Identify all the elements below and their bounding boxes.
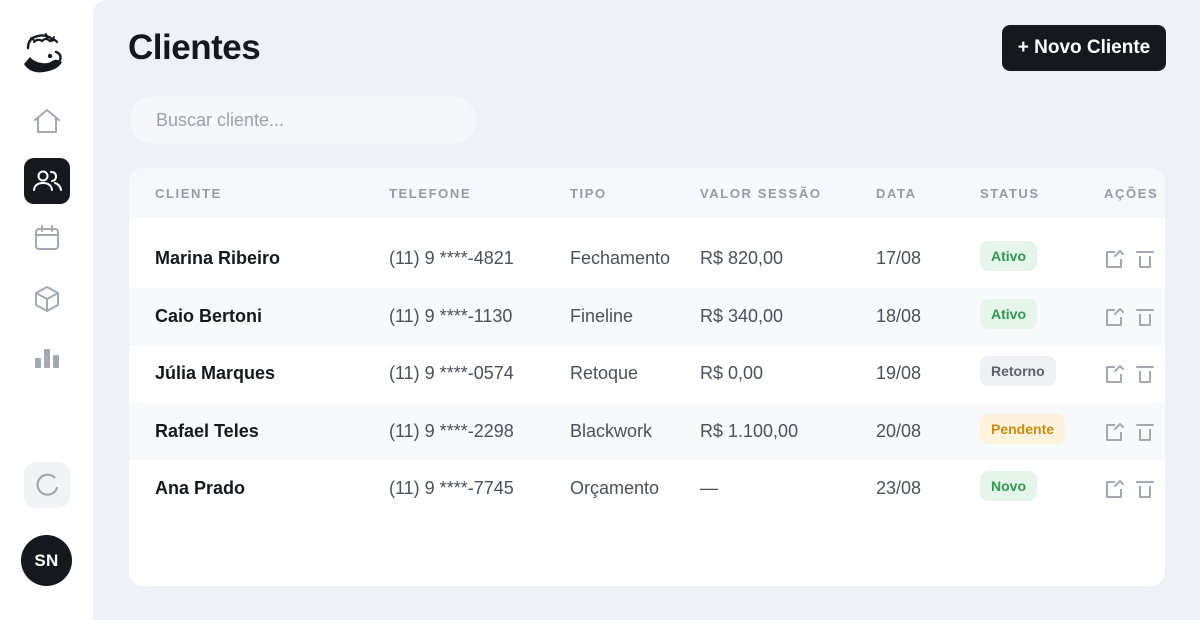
delete-button[interactable] (1134, 363, 1156, 385)
client-phone: (11) 9 ****-4821 (389, 248, 514, 268)
edit-button[interactable] (1103, 306, 1125, 328)
table-row[interactable]: Caio Bertoni (11) 9 ****-1130 Fineline R… (129, 287, 1165, 345)
column-header-actions: AÇÕES (1104, 186, 1159, 201)
trash-icon (1136, 481, 1154, 498)
session-date: 18/08 (876, 305, 922, 326)
column-header-date: DATA (876, 186, 917, 201)
client-name: Marina Ribeiro (155, 248, 281, 268)
box-icon (35, 286, 59, 312)
bar-chart-icon (35, 349, 59, 368)
nav-clients[interactable] (24, 158, 70, 204)
clients-table: CLIENTE TELEFONE TIPO VALOR SESSÃO DATA … (129, 168, 1165, 586)
trash-icon (1136, 251, 1154, 268)
session-date: 17/08 (876, 248, 922, 268)
status-badge: Ativo (980, 298, 1037, 329)
session-type: Retoque (570, 363, 639, 383)
search-input[interactable] (130, 96, 476, 144)
client-name: Rafael Teles (155, 420, 259, 441)
session-date: 20/08 (876, 420, 922, 441)
theme-toggle-button[interactable] (24, 462, 70, 508)
delete-button[interactable] (1134, 478, 1156, 500)
new-client-button[interactable]: + Novo Cliente (1002, 25, 1166, 71)
table-row[interactable]: Marina Ribeiro (11) 9 ****-4821 Fechamen… (129, 230, 1165, 287)
trash-icon (1136, 423, 1154, 441)
session-type: Fechamento (570, 248, 671, 268)
delete-button[interactable] (1134, 421, 1156, 443)
nav-calendar[interactable] (24, 215, 70, 261)
delete-button[interactable] (1134, 248, 1156, 270)
client-name: Júlia Marques (155, 363, 276, 383)
session-type: Orçamento (570, 478, 660, 498)
session-value: R$ 1.100,00 (700, 420, 799, 441)
edit-button[interactable] (1103, 421, 1125, 443)
users-icon (33, 170, 62, 191)
client-phone: (11) 9 ****-2298 (389, 420, 514, 441)
edit-button[interactable] (1103, 248, 1125, 270)
edit-icon (1106, 249, 1124, 268)
session-date: 23/08 (876, 478, 922, 498)
nav-home[interactable] (24, 98, 70, 144)
status-badge: Novo (980, 471, 1037, 501)
column-header-client: CLIENTE (155, 186, 222, 201)
client-phone: (11) 9 ****-1130 (389, 305, 513, 326)
edit-button[interactable] (1103, 478, 1125, 500)
client-name: Caio Bertoni (155, 305, 263, 326)
client-name: Ana Prado (155, 478, 246, 498)
table-row[interactable]: Ana Prado (11) 9 ****-7745 Orçamento — 2… (129, 460, 1165, 517)
user-avatar[interactable]: SN (21, 535, 72, 586)
status-badge: Retorno (980, 356, 1056, 386)
column-header-type: TIPO (570, 186, 607, 201)
status-badge: Pendente (980, 413, 1066, 444)
edit-icon (1106, 307, 1124, 326)
brand-logo-icon[interactable] (20, 26, 70, 78)
session-date: 19/08 (876, 363, 922, 383)
delete-button[interactable] (1134, 306, 1156, 328)
session-value: R$ 0,00 (700, 363, 764, 383)
main-content: Clientes + Novo Cliente CLIENTE TELEFONE… (93, 0, 1200, 620)
trash-icon (1136, 308, 1154, 326)
page-title: Clientes (128, 28, 261, 67)
nav-inventory[interactable] (24, 276, 70, 322)
session-type: Fineline (570, 305, 634, 326)
loading-spinner-icon (36, 473, 59, 496)
session-value: R$ 820,00 (700, 248, 784, 268)
column-header-session-value: VALOR SESSÃO (700, 186, 822, 201)
table-row[interactable]: Júlia Marques (11) 9 ****-0574 Retoque R… (129, 345, 1165, 402)
client-phone: (11) 9 ****-7745 (389, 478, 514, 498)
client-phone: (11) 9 ****-0574 (389, 363, 514, 383)
column-header-status: STATUS (980, 186, 1040, 201)
status-badge: Ativo (980, 241, 1037, 271)
column-header-phone: TELEFONE (389, 186, 472, 201)
session-value: — (700, 478, 718, 498)
session-type: Blackwork (570, 420, 653, 441)
nav-reports[interactable] (24, 335, 70, 381)
edit-icon (1106, 422, 1124, 441)
table-row[interactable]: Rafael Teles (11) 9 ****-2298 Blackwork … (129, 402, 1165, 460)
home-icon (34, 109, 60, 133)
trash-icon (1136, 366, 1154, 383)
edit-button[interactable] (1103, 363, 1125, 385)
table-header: CLIENTE TELEFONE TIPO VALOR SESSÃO DATA … (129, 168, 1165, 218)
sidebar: SN (0, 0, 93, 620)
calendar-icon (35, 225, 59, 250)
session-value: R$ 340,00 (700, 305, 784, 326)
edit-icon (1106, 479, 1124, 498)
edit-icon (1106, 364, 1124, 383)
